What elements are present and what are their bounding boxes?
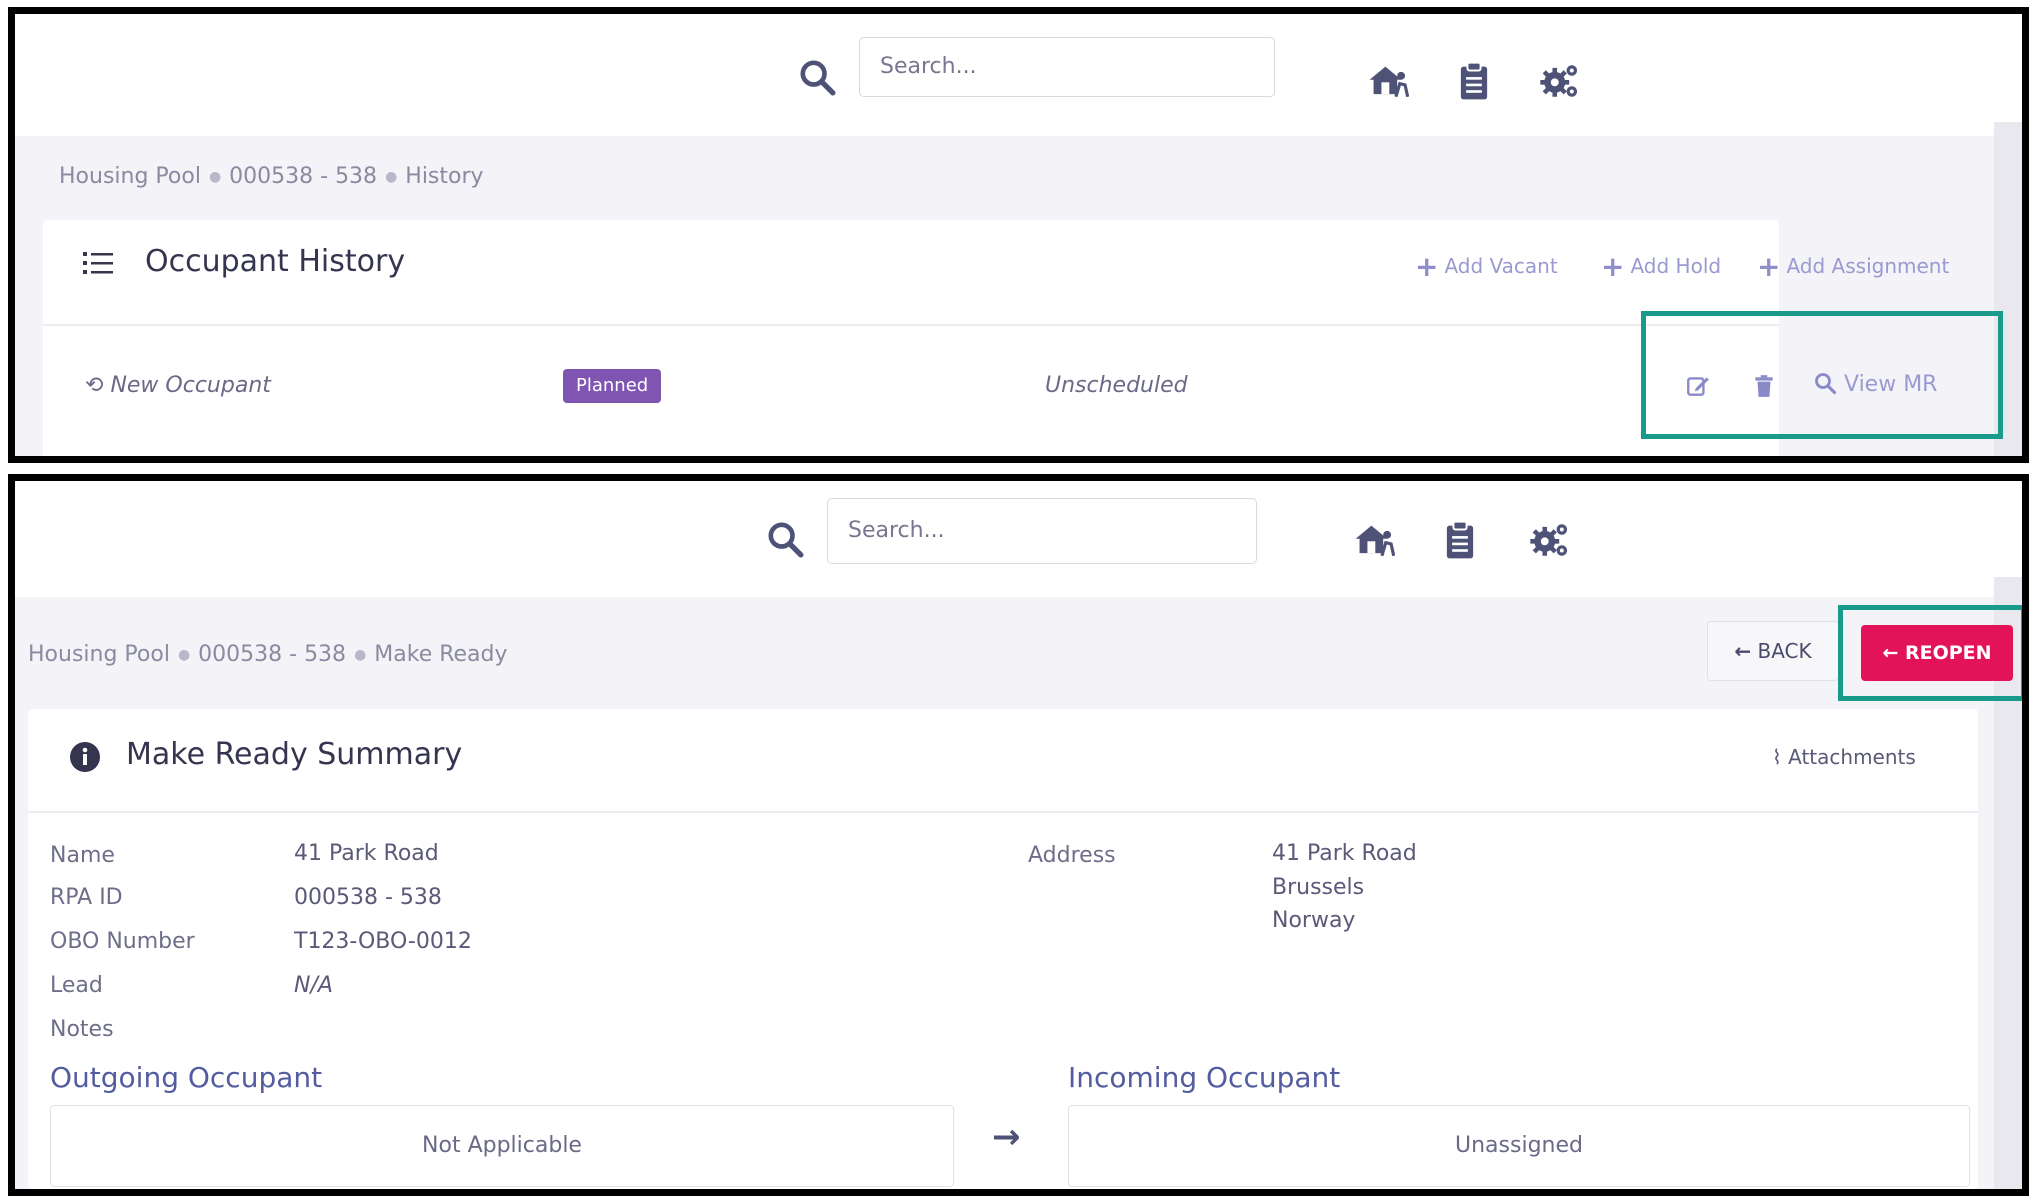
add-hold-button[interactable]: + Add Hold <box>1601 250 1721 283</box>
breadcrumb-housing-pool[interactable]: Housing Pool <box>59 164 201 189</box>
occupant-name: ⟲ New Occupant <box>85 373 271 398</box>
arrow-left-icon: ← <box>1734 639 1752 663</box>
breadcrumb: Housing Pool ● 000538 - 538 ● Make Ready <box>28 642 508 667</box>
clipboard-icon[interactable] <box>1439 519 1481 561</box>
outgoing-occupant-box: Not Applicable <box>50 1105 954 1187</box>
list-icon <box>83 250 113 276</box>
obo-number-value: T123-OBO-0012 <box>294 929 472 954</box>
name-label: Name <box>50 843 115 868</box>
breadcrumb-housing-pool[interactable]: Housing Pool <box>28 642 170 667</box>
breadcrumb-unit[interactable]: 000538 - 538 <box>229 164 377 189</box>
add-vacant-button[interactable]: + Add Vacant <box>1415 250 1558 283</box>
attachments-link[interactable]: ⌇ Attachments <box>1772 745 1916 769</box>
status-badge: Planned <box>563 369 662 403</box>
rpa-id-value: 000538 - 538 <box>294 885 442 910</box>
obo-number-label: OBO Number <box>50 929 195 954</box>
incoming-occupant-box: Unassigned <box>1068 1105 1970 1187</box>
breadcrumb-current: Make Ready <box>374 642 508 667</box>
breadcrumb: Housing Pool ● 000538 - 538 ● History <box>59 164 484 189</box>
paperclip-icon: ⌇ <box>1772 745 1782 769</box>
address-label: Address <box>1028 843 1116 868</box>
address-line-3: Norway <box>1272 908 1356 933</box>
card-divider <box>43 324 1779 326</box>
home-person-icon[interactable] <box>1353 519 1396 561</box>
reopen-highlight <box>1838 605 2022 701</box>
breadcrumb-unit[interactable]: 000538 - 538 <box>198 642 346 667</box>
card-title: Occupant History <box>145 244 406 279</box>
schedule-status: Unscheduled <box>1045 373 1188 398</box>
occupant-history-screenshot: Search... Housing Pool ● 000538 - 538 ● Hist… <box>8 7 2029 463</box>
clipboard-icon[interactable] <box>1453 60 1495 102</box>
make-ready-summary-card: Make Ready Summary ⌇ Attachments Name 41… <box>28 709 1978 1189</box>
address-line-1: 41 Park Road <box>1272 841 1417 866</box>
address-line-2: Brussels <box>1272 875 1365 900</box>
occupant-history-card: Occupant History + Add Vacant + Add Hold +… <box>43 220 1949 456</box>
lead-label: Lead <box>50 973 103 998</box>
info-icon <box>70 742 100 772</box>
back-button[interactable]: ← BACK <box>1707 621 1839 681</box>
home-person-icon[interactable] <box>1367 60 1410 102</box>
top-navigation-bar: Search... <box>15 481 2022 597</box>
search-input[interactable]: Search... <box>827 498 1257 564</box>
incoming-occupant-title: Incoming Occupant <box>1068 1061 1341 1094</box>
search-input[interactable]: Search... <box>859 37 1275 97</box>
search-icon[interactable] <box>765 519 805 559</box>
arrow-right-icon: → <box>992 1117 1021 1157</box>
make-ready-screenshot: Search... Housing Pool ● 000538 - 538 ● Make… <box>8 474 2029 1196</box>
name-value: 41 Park Road <box>294 841 439 866</box>
refresh-icon: ⟲ <box>85 373 104 398</box>
notes-label: Notes <box>50 1017 114 1042</box>
row-actions-highlight <box>1641 311 2003 439</box>
rpa-id-label: RPA ID <box>50 885 123 910</box>
outgoing-occupant-title: Outgoing Occupant <box>50 1061 323 1094</box>
lead-value: N/A <box>294 973 333 998</box>
breadcrumb-current: History <box>405 164 484 189</box>
card-title: Make Ready Summary <box>126 737 463 772</box>
top-navigation-bar: Search... <box>15 14 2022 136</box>
search-icon[interactable] <box>797 57 837 97</box>
gears-icon[interactable] <box>1539 60 1581 102</box>
add-assignment-button[interactable]: + Add Assignment <box>1757 250 1949 283</box>
gears-icon[interactable] <box>1529 519 1571 561</box>
card-divider <box>28 811 1978 813</box>
